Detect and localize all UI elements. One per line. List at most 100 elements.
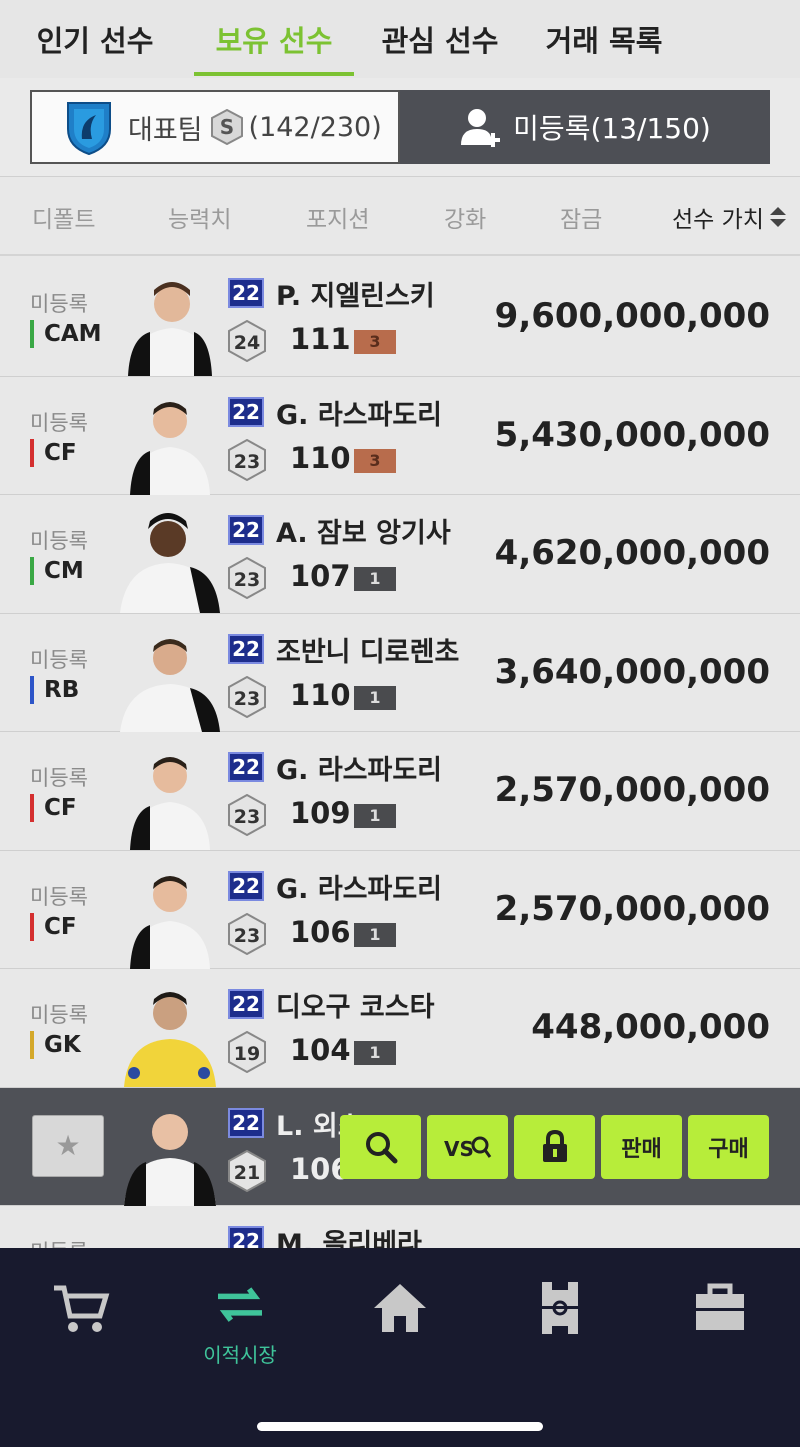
player-name: G. 라스파도리 [276,755,443,786]
player-rating: 110 [290,440,351,475]
season-badge: 22 [228,870,264,901]
sort-player-value-label: 선수 가치 [672,207,764,233]
buy-button[interactable]: 구매 [688,1114,769,1179]
team-name: 대표팀 [128,114,203,146]
ovr-value: 24 [234,332,260,354]
tab-trade-list[interactable]: 거래 목록 [522,0,686,78]
s-badge-label: S [219,115,233,139]
sort-player-value[interactable]: 선수 가치 [672,177,788,257]
player-row[interactable]: 미등록 CF 22 G. 라스파도리 23 106 1 2,570,000,00… [0,850,800,969]
registration-status: 미등록 [30,884,88,909]
top-tab-bar: 인기 선수 보유 선수 관심 선수 거래 목록 [0,0,800,78]
ovr-value: 23 [234,569,260,591]
home-indicator[interactable] [257,1422,543,1431]
player-row[interactable]: 미등록 CF 22 G. 라스파도리 23 110 3 5,430,000,00… [0,376,800,495]
search-button[interactable] [340,1114,421,1179]
player-row[interactable]: 미등록 GK 22 디오구 코스타 19 104 1 448,000,000 [0,969,800,1088]
player-value: 3,640,000,000 [494,651,770,692]
search-icon [365,1131,397,1163]
lock-icon [542,1129,567,1162]
tab-watched-players[interactable]: 관심 선수 [358,0,522,78]
nav-inventory[interactable] [640,1278,800,1368]
position-label: CF [30,794,77,822]
player-value: 448,000,000 [531,1007,770,1047]
team-selector: 대표팀 S (142/230) 미등록(13/150) [0,78,800,176]
ovr-hexagon: 19 [228,1031,266,1073]
player-value: 2,570,000,000 [494,770,770,810]
enhance-grade: 3 [354,330,396,354]
player-portrait [124,1113,216,1206]
enhance-grade: 1 [354,1041,396,1065]
sell-button[interactable]: 판매 [601,1114,682,1179]
player-rating: 109 [290,796,351,830]
svg-text:VS: VS [444,1137,474,1161]
sort-enhance[interactable]: 강화 [444,177,486,257]
ovr-value: 23 [234,688,260,710]
enhance-grade: 1 [354,922,396,947]
transfer-arrows-icon [218,1287,262,1322]
nav-home[interactable] [320,1278,480,1368]
enhance-grade: 1 [354,685,396,710]
sort-position[interactable]: 포지션 [306,177,369,257]
compare-button[interactable]: VS [427,1114,508,1179]
player-value: 4,620,000,000 [494,533,770,573]
player-name: P. 지엘린스키 [276,281,435,312]
ovr-hexagon: 23 [228,794,266,836]
nav-transfer-label: 이적시장 [203,1343,277,1367]
player-value: 9,600,000,000 [494,296,770,336]
sort-ability[interactable]: 능력치 [168,177,231,257]
bottom-nav: 이적시장 [0,1248,800,1447]
team-button[interactable]: 대표팀 S (142/230) [30,90,400,164]
player-portrait [130,401,210,495]
season-badge: 22 [228,278,264,308]
season-badge: 22 [228,515,264,545]
position-label: CF [30,438,77,467]
add-user-icon [461,109,501,147]
player-value: 5,430,000,000 [494,414,770,455]
player-row-selected[interactable]: ★ 22 L. 외스 21 106 VS 판매 구매 [0,1087,800,1206]
player-rating: 107 [290,559,351,593]
unregistered-button[interactable]: 미등록(13/150) [400,90,770,164]
ovr-hexagon: 23 [228,557,266,599]
nav-squad[interactable] [480,1278,640,1368]
position-label: CAM [30,320,102,348]
registration-status: 미등록 [30,647,88,672]
player-value: 2,570,000,000 [494,888,770,929]
player-portrait [120,638,220,732]
player-row[interactable]: 미등록 CAM 22 P. 지엘린스키 24 111 3 9,600,000,0… [0,258,800,377]
position-label: RB [30,675,79,704]
registration-status: 미등록 [30,292,88,316]
player-name: G. 라스파도리 [276,399,443,431]
position-label: CF [30,912,77,941]
season-badge: 22 [228,752,264,782]
player-row[interactable]: 미등록 RB 22 조반니 디로렌초 23 110 1 3,640,000,00… [0,613,800,732]
player-name: 조반니 디로렌초 [276,636,460,668]
player-row[interactable]: 미등록 CF 22 G. 라스파도리 23 109 1 2,570,000,00… [0,732,800,851]
favorite-star-button[interactable]: ★ [32,1114,104,1177]
sort-default[interactable]: 디폴트 [32,177,95,257]
ovr-value: 23 [234,806,260,828]
season-badge: 22 [228,396,264,427]
ovr-hexagon: 23 [228,675,266,718]
ovr-hexagon: 23 [228,912,266,955]
sort-lock[interactable]: 잠금 [560,177,602,257]
tab-popular-players[interactable]: 인기 선수 [0,0,190,78]
enhance-grade: 1 [354,567,396,591]
player-rating: 106 [290,914,351,949]
s-badge-icon: S [210,109,243,145]
registration-status: 미등록 [30,529,88,553]
tab-owned-players[interactable]: 보유 선수 [190,0,358,78]
player-portrait [124,992,216,1087]
player-portrait [120,513,220,613]
player-row[interactable]: 미등록 CM 22 A. 잠보 앙기사 23 107 1 4,620,000,0… [0,495,800,614]
nav-shop[interactable] [0,1278,160,1368]
player-portrait [130,757,210,850]
sort-arrows-icon [769,207,786,227]
ovr-value: 19 [234,1043,260,1065]
ovr-value: 23 [234,925,260,947]
nav-transfer-market[interactable]: 이적시장 [160,1278,320,1368]
lock-button[interactable] [514,1114,595,1179]
player-portrait [128,282,212,376]
ovr-hexagon: 24 [228,320,266,362]
player-name: 디오구 코스타 [276,992,435,1023]
